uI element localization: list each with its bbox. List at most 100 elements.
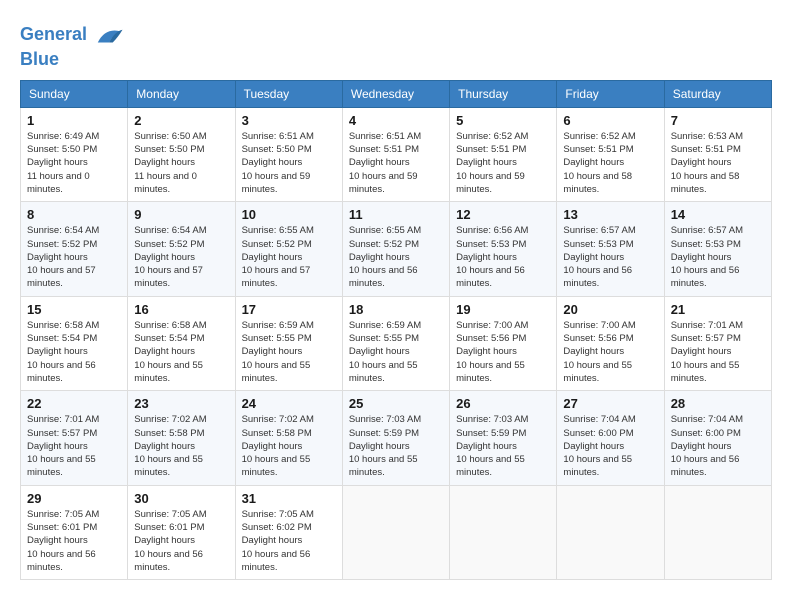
day-info: Sunrise: 7:05 AM Sunset: 6:02 PM Dayligh… (242, 508, 336, 574)
calendar-cell: 17 Sunrise: 6:59 AM Sunset: 5:55 PM Dayl… (235, 296, 342, 390)
day-info: Sunrise: 6:50 AM Sunset: 5:50 PM Dayligh… (134, 130, 228, 196)
day-info: Sunrise: 6:59 AM Sunset: 5:55 PM Dayligh… (242, 319, 336, 385)
day-number: 4 (349, 113, 443, 128)
day-info: Sunrise: 6:52 AM Sunset: 5:51 PM Dayligh… (563, 130, 657, 196)
calendar-cell (664, 485, 771, 579)
calendar-cell (450, 485, 557, 579)
calendar-cell: 26 Sunrise: 7:03 AM Sunset: 5:59 PM Dayl… (450, 391, 557, 485)
day-info: Sunrise: 6:58 AM Sunset: 5:54 PM Dayligh… (27, 319, 121, 385)
day-info: Sunrise: 6:53 AM Sunset: 5:51 PM Dayligh… (671, 130, 765, 196)
day-info: Sunrise: 7:03 AM Sunset: 5:59 PM Dayligh… (349, 413, 443, 479)
day-number: 19 (456, 302, 550, 317)
day-info: Sunrise: 6:55 AM Sunset: 5:52 PM Dayligh… (349, 224, 443, 290)
day-info: Sunrise: 6:56 AM Sunset: 5:53 PM Dayligh… (456, 224, 550, 290)
calendar-cell: 8 Sunrise: 6:54 AM Sunset: 5:52 PM Dayli… (21, 202, 128, 296)
day-info: Sunrise: 6:55 AM Sunset: 5:52 PM Dayligh… (242, 224, 336, 290)
day-info: Sunrise: 6:54 AM Sunset: 5:52 PM Dayligh… (27, 224, 121, 290)
day-info: Sunrise: 7:04 AM Sunset: 6:00 PM Dayligh… (671, 413, 765, 479)
day-info: Sunrise: 7:01 AM Sunset: 5:57 PM Dayligh… (27, 413, 121, 479)
day-info: Sunrise: 7:03 AM Sunset: 5:59 PM Dayligh… (456, 413, 550, 479)
day-number: 14 (671, 207, 765, 222)
day-info: Sunrise: 6:51 AM Sunset: 5:50 PM Dayligh… (242, 130, 336, 196)
page-header: General Blue (20, 20, 772, 70)
day-info: Sunrise: 7:00 AM Sunset: 5:56 PM Dayligh… (456, 319, 550, 385)
day-number: 25 (349, 396, 443, 411)
day-info: Sunrise: 7:05 AM Sunset: 6:01 PM Dayligh… (27, 508, 121, 574)
calendar-cell: 22 Sunrise: 7:01 AM Sunset: 5:57 PM Dayl… (21, 391, 128, 485)
calendar-day-header: Saturday (664, 80, 771, 107)
calendar-cell: 21 Sunrise: 7:01 AM Sunset: 5:57 PM Dayl… (664, 296, 771, 390)
day-number: 17 (242, 302, 336, 317)
day-number: 1 (27, 113, 121, 128)
calendar-cell: 11 Sunrise: 6:55 AM Sunset: 5:52 PM Dayl… (342, 202, 449, 296)
day-number: 8 (27, 207, 121, 222)
logo-bird-icon (94, 20, 124, 50)
day-info: Sunrise: 6:57 AM Sunset: 5:53 PM Dayligh… (671, 224, 765, 290)
calendar-week-row: 29 Sunrise: 7:05 AM Sunset: 6:01 PM Dayl… (21, 485, 772, 579)
calendar-cell: 6 Sunrise: 6:52 AM Sunset: 5:51 PM Dayli… (557, 107, 664, 201)
day-info: Sunrise: 7:01 AM Sunset: 5:57 PM Dayligh… (671, 319, 765, 385)
day-info: Sunrise: 6:57 AM Sunset: 5:53 PM Dayligh… (563, 224, 657, 290)
day-number: 12 (456, 207, 550, 222)
calendar-cell: 31 Sunrise: 7:05 AM Sunset: 6:02 PM Dayl… (235, 485, 342, 579)
day-info: Sunrise: 7:02 AM Sunset: 5:58 PM Dayligh… (134, 413, 228, 479)
calendar-day-header: Tuesday (235, 80, 342, 107)
calendar-cell: 13 Sunrise: 6:57 AM Sunset: 5:53 PM Dayl… (557, 202, 664, 296)
calendar-cell: 20 Sunrise: 7:00 AM Sunset: 5:56 PM Dayl… (557, 296, 664, 390)
day-info: Sunrise: 6:58 AM Sunset: 5:54 PM Dayligh… (134, 319, 228, 385)
calendar-cell: 18 Sunrise: 6:59 AM Sunset: 5:55 PM Dayl… (342, 296, 449, 390)
logo-text: General Blue (20, 20, 124, 70)
calendar-day-header: Wednesday (342, 80, 449, 107)
day-info: Sunrise: 6:51 AM Sunset: 5:51 PM Dayligh… (349, 130, 443, 196)
calendar-cell: 1 Sunrise: 6:49 AM Sunset: 5:50 PM Dayli… (21, 107, 128, 201)
day-number: 26 (456, 396, 550, 411)
calendar-day-header: Monday (128, 80, 235, 107)
calendar-cell: 23 Sunrise: 7:02 AM Sunset: 5:58 PM Dayl… (128, 391, 235, 485)
calendar-cell: 15 Sunrise: 6:58 AM Sunset: 5:54 PM Dayl… (21, 296, 128, 390)
calendar-table: SundayMondayTuesdayWednesdayThursdayFrid… (20, 80, 772, 580)
calendar-day-header: Thursday (450, 80, 557, 107)
day-number: 2 (134, 113, 228, 128)
day-number: 9 (134, 207, 228, 222)
day-info: Sunrise: 6:49 AM Sunset: 5:50 PM Dayligh… (27, 130, 121, 196)
calendar-cell: 4 Sunrise: 6:51 AM Sunset: 5:51 PM Dayli… (342, 107, 449, 201)
day-number: 22 (27, 396, 121, 411)
day-number: 11 (349, 207, 443, 222)
day-number: 28 (671, 396, 765, 411)
calendar-day-header: Friday (557, 80, 664, 107)
day-number: 5 (456, 113, 550, 128)
calendar-cell: 2 Sunrise: 6:50 AM Sunset: 5:50 PM Dayli… (128, 107, 235, 201)
calendar-cell: 14 Sunrise: 6:57 AM Sunset: 5:53 PM Dayl… (664, 202, 771, 296)
day-number: 18 (349, 302, 443, 317)
calendar-cell: 28 Sunrise: 7:04 AM Sunset: 6:00 PM Dayl… (664, 391, 771, 485)
calendar-cell: 3 Sunrise: 6:51 AM Sunset: 5:50 PM Dayli… (235, 107, 342, 201)
calendar-cell: 10 Sunrise: 6:55 AM Sunset: 5:52 PM Dayl… (235, 202, 342, 296)
calendar-cell: 5 Sunrise: 6:52 AM Sunset: 5:51 PM Dayli… (450, 107, 557, 201)
calendar-cell: 16 Sunrise: 6:58 AM Sunset: 5:54 PM Dayl… (128, 296, 235, 390)
day-info: Sunrise: 6:59 AM Sunset: 5:55 PM Dayligh… (349, 319, 443, 385)
calendar-cell: 29 Sunrise: 7:05 AM Sunset: 6:01 PM Dayl… (21, 485, 128, 579)
calendar-week-row: 8 Sunrise: 6:54 AM Sunset: 5:52 PM Dayli… (21, 202, 772, 296)
day-number: 30 (134, 491, 228, 506)
calendar-week-row: 22 Sunrise: 7:01 AM Sunset: 5:57 PM Dayl… (21, 391, 772, 485)
day-number: 21 (671, 302, 765, 317)
calendar-cell: 12 Sunrise: 6:56 AM Sunset: 5:53 PM Dayl… (450, 202, 557, 296)
calendar-cell: 9 Sunrise: 6:54 AM Sunset: 5:52 PM Dayli… (128, 202, 235, 296)
day-info: Sunrise: 6:52 AM Sunset: 5:51 PM Dayligh… (456, 130, 550, 196)
calendar-cell (342, 485, 449, 579)
day-number: 6 (563, 113, 657, 128)
day-info: Sunrise: 7:04 AM Sunset: 6:00 PM Dayligh… (563, 413, 657, 479)
day-number: 24 (242, 396, 336, 411)
day-number: 10 (242, 207, 336, 222)
day-info: Sunrise: 7:02 AM Sunset: 5:58 PM Dayligh… (242, 413, 336, 479)
day-number: 20 (563, 302, 657, 317)
day-number: 27 (563, 396, 657, 411)
logo: General Blue (20, 20, 124, 70)
day-number: 23 (134, 396, 228, 411)
day-info: Sunrise: 7:00 AM Sunset: 5:56 PM Dayligh… (563, 319, 657, 385)
calendar-cell: 30 Sunrise: 7:05 AM Sunset: 6:01 PM Dayl… (128, 485, 235, 579)
calendar-week-row: 15 Sunrise: 6:58 AM Sunset: 5:54 PM Dayl… (21, 296, 772, 390)
calendar-day-header: Sunday (21, 80, 128, 107)
calendar-week-row: 1 Sunrise: 6:49 AM Sunset: 5:50 PM Dayli… (21, 107, 772, 201)
day-number: 3 (242, 113, 336, 128)
